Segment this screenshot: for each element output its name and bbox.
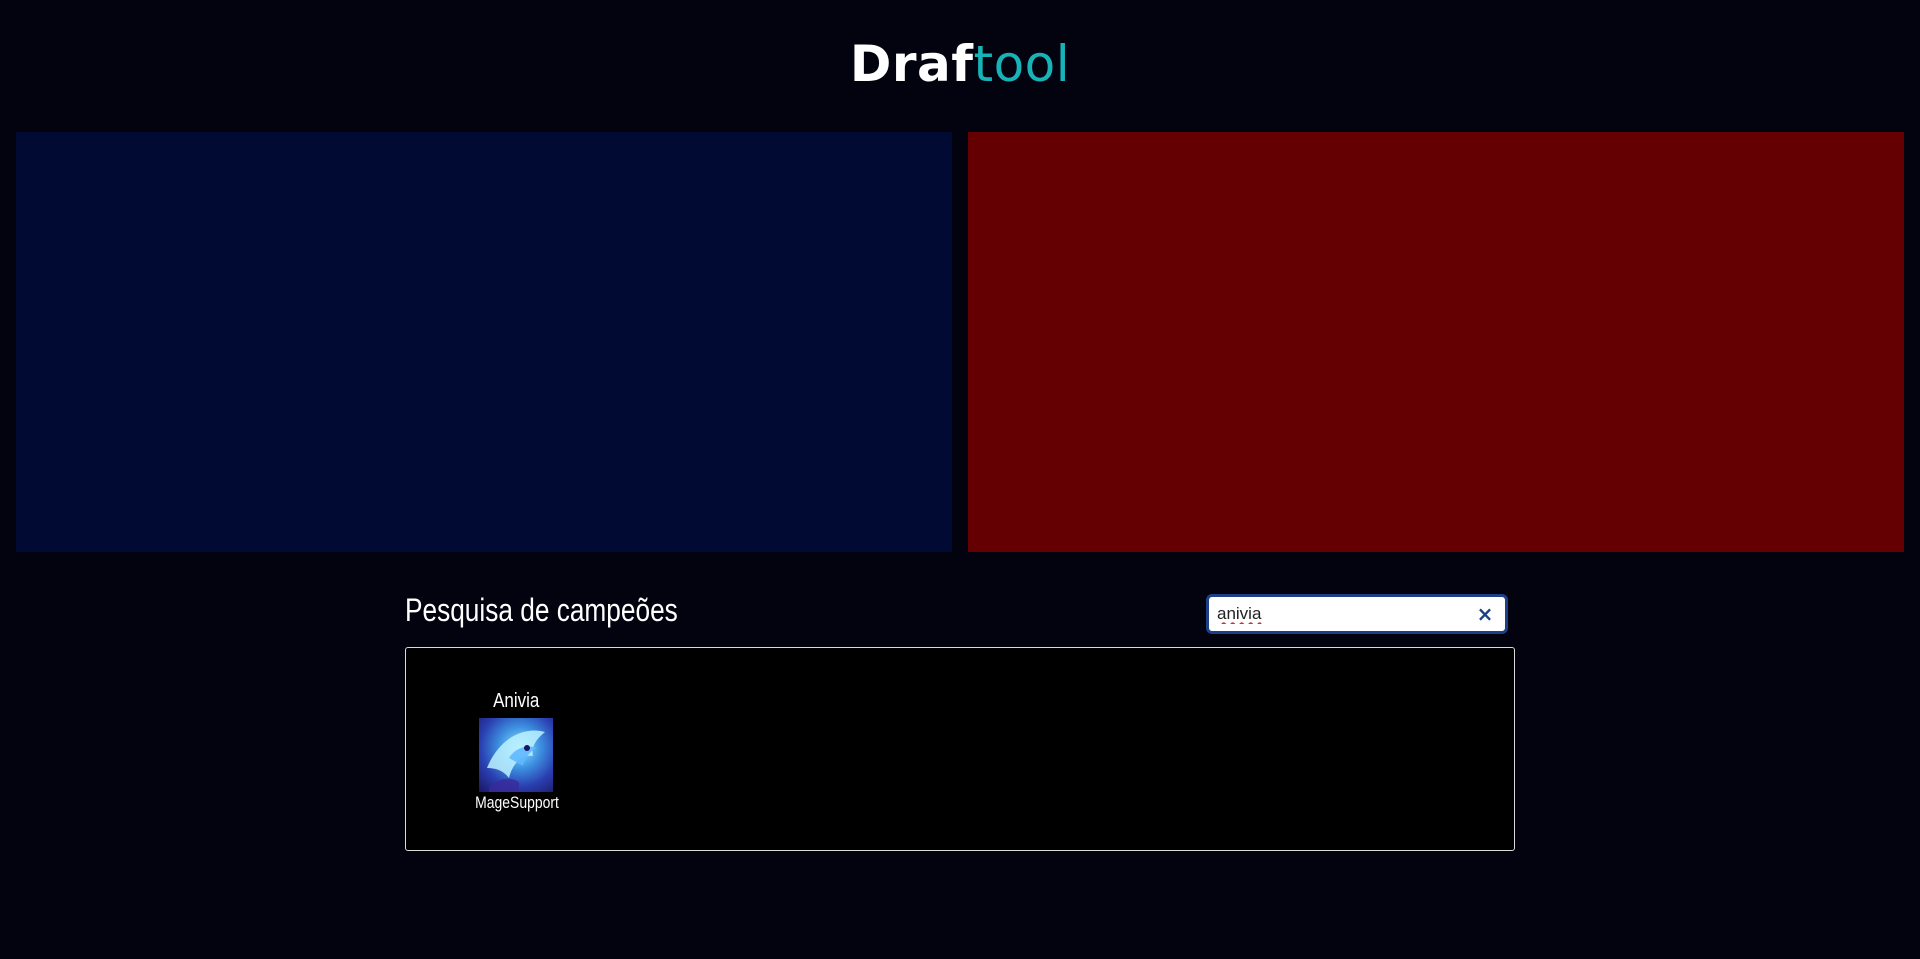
clear-search-icon[interactable]: × [1475,603,1495,625]
anivia-portrait-icon[interactable] [479,718,553,792]
champion-results-list: Anivia MageSupport [405,647,1515,851]
red-team-panel [968,132,1904,552]
champion-tags: MageSupport [475,793,559,812]
champion-card[interactable]: Anivia MageSupport [466,688,566,814]
app-root: Draftool Pesquisa de campeões × Anivia M… [0,0,1920,959]
blue-team-panel [16,132,952,552]
champion-name: Anivia [492,690,540,712]
champion-search-box: × [1206,594,1508,634]
logo-light-text: tool [973,35,1071,93]
logo-bold-text: Draf [849,35,974,93]
champion-search-input[interactable] [1209,597,1477,631]
champion-search-title: Pesquisa de campeões [405,592,678,628]
app-logo: Draftool [0,34,1920,94]
